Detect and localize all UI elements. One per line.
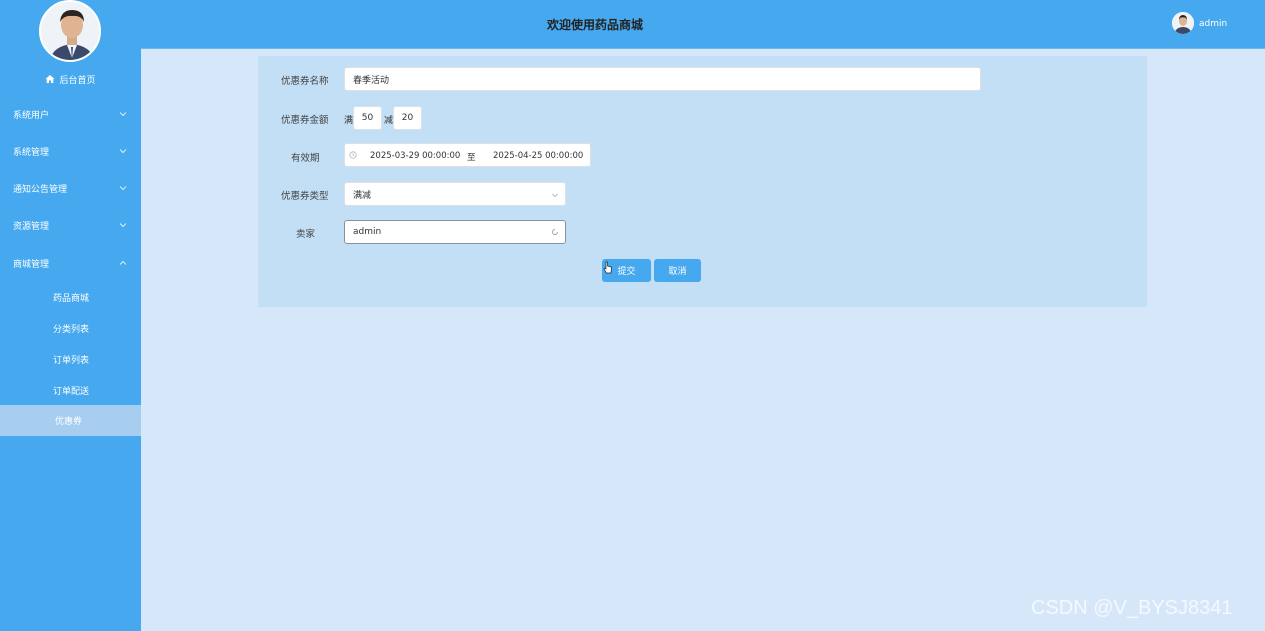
full-amount-prefix: 满	[344, 116, 354, 126]
sidebar-group-system-management[interactable]: 系统管理	[0, 140, 141, 162]
minus-amount-prefix: 减	[384, 116, 394, 126]
user-avatar[interactable]	[1172, 12, 1194, 34]
coupon-type-select[interactable]: 满减	[344, 182, 566, 206]
coupon-name-value: 春季活动	[353, 75, 390, 86]
cancel-button[interactable]: 取消	[654, 259, 701, 282]
seller-select[interactable]: admin	[344, 220, 566, 244]
coupon-type-label: 优惠券类型	[281, 191, 329, 202]
full-amount-value: 50	[361, 113, 374, 123]
sidebar-item-order-delivery[interactable]: 订单配送	[0, 380, 141, 400]
user-name[interactable]: admin	[1199, 19, 1227, 29]
date-range-separator: 至	[467, 153, 476, 163]
coupon-type-value: 满减	[353, 190, 372, 201]
sidebar-group-mall-management[interactable]: 商城管理	[0, 252, 141, 274]
sidebar-group-label: 通知公告管理	[13, 184, 68, 195]
chevron-down-icon	[119, 186, 127, 191]
sidebar-group-label: 系统用户	[13, 110, 50, 121]
sidebar-item-drug-mall[interactable]: 药品商城	[0, 287, 141, 307]
sidebar-avatar	[39, 0, 101, 62]
sidebar-item-label: 优惠券	[55, 417, 83, 427]
sidebar-item-label: 分类列表	[53, 324, 90, 335]
validity-period-label: 有效期	[291, 153, 320, 164]
coupon-name-input[interactable]: 春季活动	[344, 67, 981, 91]
page-title: 欢迎使用药品商城	[547, 18, 644, 32]
chevron-up-icon	[119, 260, 127, 265]
mouse-cursor-icon	[603, 261, 612, 274]
sidebar-group-label: 资源管理	[13, 221, 50, 232]
chevron-down-icon	[119, 223, 127, 228]
sidebar-home-link[interactable]: 后台首页	[0, 71, 141, 87]
sidebar-group-system-users[interactable]: 系统用户	[0, 103, 141, 125]
start-date-value[interactable]: 2025-03-29 00:00:00	[370, 151, 460, 161]
sidebar-item-order-list[interactable]: 订单列表	[0, 349, 141, 369]
full-amount-input[interactable]: 50	[353, 106, 382, 130]
chevron-down-icon	[119, 149, 127, 154]
minus-amount-value: 20	[401, 113, 414, 123]
seller-value: admin	[353, 227, 382, 237]
sidebar-group-notice-management[interactable]: 通知公告管理	[0, 177, 141, 199]
sidebar-item-label: 订单列表	[53, 355, 90, 366]
minus-amount-input[interactable]: 20	[393, 106, 422, 130]
sidebar-item-category-list[interactable]: 分类列表	[0, 318, 141, 338]
top-header: 欢迎使用药品商城 admin	[141, 0, 1265, 49]
coupon-amount-label: 优惠券金额	[281, 115, 329, 126]
sidebar-home-label: 后台首页	[59, 75, 96, 86]
sidebar-group-resource-management[interactable]: 资源管理	[0, 214, 141, 236]
watermark-text: CSDN @V_BYSJ8341	[1031, 597, 1233, 619]
seller-label: 卖家	[296, 229, 316, 240]
clock-icon	[349, 151, 357, 159]
sidebar-item-label: 药品商城	[53, 293, 90, 304]
chevron-down-icon	[552, 193, 558, 198]
sidebar-item-coupon[interactable]: 优惠券	[0, 405, 141, 436]
sidebar: 后台首页 系统用户 系统管理 通知公告管理 资源管理 商城管理 药品商城 分类列…	[0, 0, 141, 631]
sidebar-group-label: 商城管理	[13, 259, 50, 270]
coupon-name-label: 优惠券名称	[281, 76, 329, 87]
sidebar-item-label: 订单配送	[53, 386, 90, 397]
end-date-value[interactable]: 2025-04-25 00:00:00	[493, 151, 583, 161]
chevron-down-icon	[119, 112, 127, 117]
sidebar-group-label: 系统管理	[13, 147, 50, 158]
loading-icon	[552, 229, 558, 235]
home-icon	[45, 75, 55, 83]
